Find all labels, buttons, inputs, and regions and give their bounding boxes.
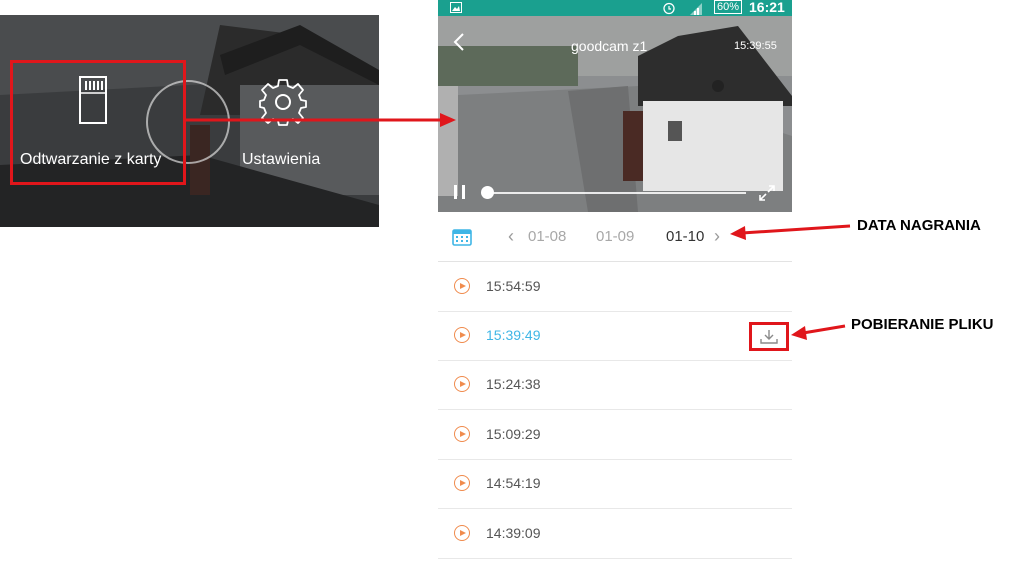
date-annotation-label: DATA NAGRANIA	[857, 217, 981, 234]
annotation-arrows	[186, 113, 851, 340]
download-annotation-label: POBIERANIE PLIKU	[851, 316, 994, 333]
